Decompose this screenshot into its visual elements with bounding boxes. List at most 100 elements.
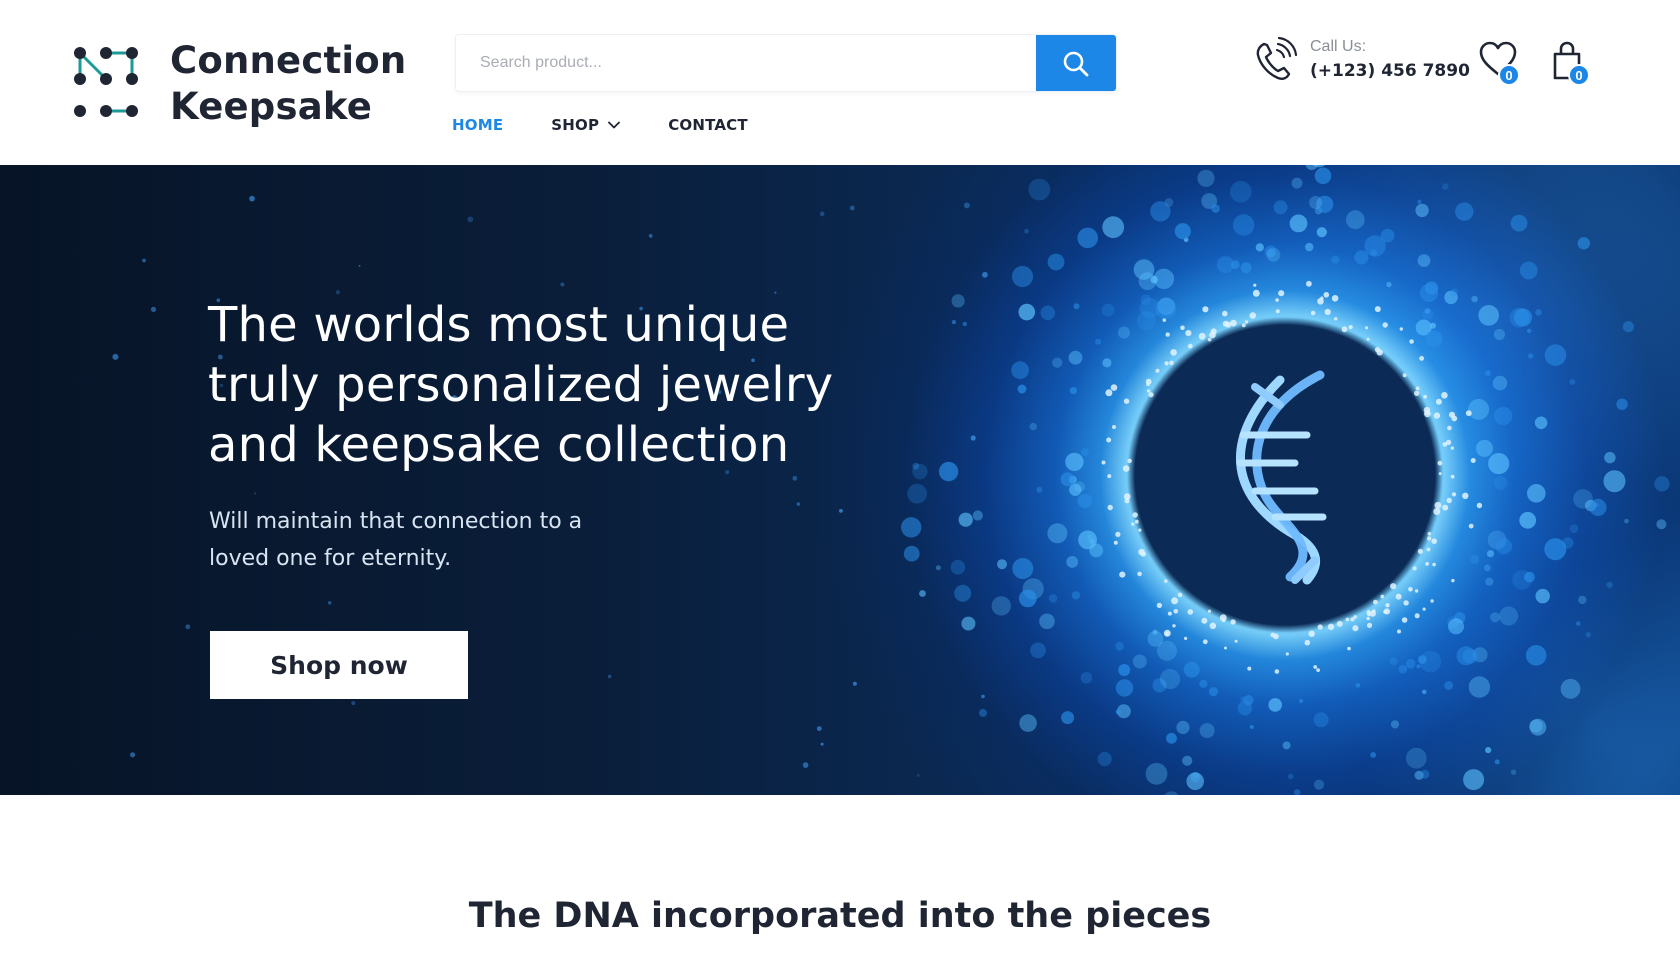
particle-dot: [1604, 451, 1616, 464]
contact-block[interactable]: Call Us: (+123) 456 7890: [1252, 36, 1470, 84]
particle-dot: [1408, 587, 1413, 592]
particle-dot: [1463, 769, 1485, 791]
particle-dot: [1336, 620, 1343, 627]
particle-dot: [1207, 609, 1212, 613]
particle-dot: [1420, 769, 1430, 779]
particle-dot: [950, 559, 966, 575]
particle-dot: [919, 590, 926, 597]
particle-dot: [1164, 791, 1179, 795]
particle-dot: [1606, 581, 1613, 589]
particle-dot: [1465, 410, 1472, 417]
particle-dot: [1011, 265, 1034, 288]
search-button[interactable]: [1036, 35, 1116, 91]
particle-dot: [1494, 759, 1500, 765]
particle-dot: [1433, 412, 1441, 419]
particle-dot: [1102, 358, 1112, 368]
particle-dot: [1390, 720, 1400, 729]
particle-dot: [327, 601, 332, 605]
nav-home-label: HOME: [452, 116, 504, 134]
particle-dot: [560, 282, 565, 287]
particle-dot: [112, 353, 119, 360]
particle-dot: [1165, 332, 1170, 337]
particle-dot: [1221, 618, 1226, 623]
particle-dot: [1156, 602, 1163, 609]
particle-dot: [1234, 639, 1238, 643]
contact-phone[interactable]: (+123) 456 7890: [1310, 58, 1470, 84]
particle-dot: [1159, 668, 1181, 690]
particle-dot: [1616, 398, 1628, 410]
particle-dot: [1185, 330, 1192, 337]
wishlist-count-badge: 0: [1498, 64, 1520, 86]
particle-dot: [1102, 216, 1125, 239]
particle-dot: [1155, 368, 1160, 373]
particle-dot: [1476, 502, 1483, 509]
particle-dot: [1134, 519, 1139, 524]
particle-dot: [991, 596, 1011, 616]
particle-dot: [1395, 593, 1402, 600]
particle-dot: [961, 616, 976, 631]
particle-dot: [1352, 625, 1359, 632]
particle-dot: [1012, 558, 1034, 579]
particle-dot: [1237, 700, 1253, 716]
particle-dot: [1183, 661, 1200, 678]
particle-dot: [1113, 540, 1118, 545]
particle-dot: [1442, 183, 1449, 190]
particle-dot: [1426, 536, 1432, 541]
particle-dot: [1268, 698, 1282, 712]
particle-dot: [958, 512, 973, 527]
particle-dot: [1199, 679, 1208, 689]
shop-now-button[interactable]: Shop now: [210, 631, 468, 699]
particle-dot: [1199, 723, 1215, 739]
particle-dot: [1270, 632, 1276, 638]
cart-button[interactable]: 0: [1548, 40, 1592, 88]
particle-dot: [1401, 617, 1408, 623]
dna-helix-icon: [1235, 370, 1327, 585]
hero-title-line1: The worlds most unique: [208, 297, 790, 353]
particle-dot: [1485, 370, 1491, 377]
particle-dot: [1065, 452, 1084, 472]
particle-dot: [1314, 167, 1332, 185]
particle-dot: [903, 545, 920, 562]
particle-dot: [1389, 657, 1398, 666]
particle-dot: [1431, 538, 1437, 544]
particle-dot: [1146, 382, 1151, 387]
particle-dot: [1208, 687, 1219, 697]
particle-dot: [1317, 624, 1323, 630]
particle-dot: [1152, 629, 1158, 635]
particle-dot: [1366, 622, 1373, 628]
particle-dot: [972, 510, 983, 521]
brand-logo[interactable]: Connection Keepsake: [70, 38, 406, 130]
search-input[interactable]: [456, 35, 1036, 91]
particle-dot: [901, 517, 922, 538]
brand-name: Connection Keepsake: [170, 38, 406, 130]
particle-dot: [1468, 676, 1491, 698]
wishlist-button[interactable]: 0: [1478, 40, 1522, 88]
hero-background-graphic: [112, 165, 1670, 795]
particle-dot: [1207, 337, 1212, 342]
hero-title-line3: and keepsake collection: [208, 417, 790, 473]
particle-dot: [1202, 639, 1208, 645]
particle-dot: [951, 319, 957, 325]
particle-dot: [951, 294, 965, 308]
particle-dot: [1484, 564, 1491, 572]
particle-dot: [1490, 612, 1501, 623]
particle-dot: [607, 674, 612, 679]
particle-dot: [1101, 303, 1115, 317]
particle-dot: [254, 492, 257, 495]
particle-dot: [1230, 180, 1252, 203]
nav-home[interactable]: HOME: [452, 116, 503, 134]
particle-dot: [1122, 465, 1130, 472]
particle-dot: [852, 681, 857, 686]
particle-dot: [1493, 476, 1508, 490]
particle-dot: [970, 435, 976, 441]
particle-dot: [1494, 406, 1513, 426]
particle-dot: [1112, 425, 1116, 429]
nav-shop[interactable]: SHOP: [551, 116, 621, 134]
particle-dot: [1164, 579, 1168, 583]
nav-contact[interactable]: CONTACT: [668, 116, 748, 134]
particle-dot: [1423, 394, 1427, 399]
particle-dot: [1071, 591, 1081, 600]
particle-dot: [1441, 392, 1448, 399]
particle-dot: [142, 258, 146, 263]
particle-dot: [1345, 210, 1365, 230]
